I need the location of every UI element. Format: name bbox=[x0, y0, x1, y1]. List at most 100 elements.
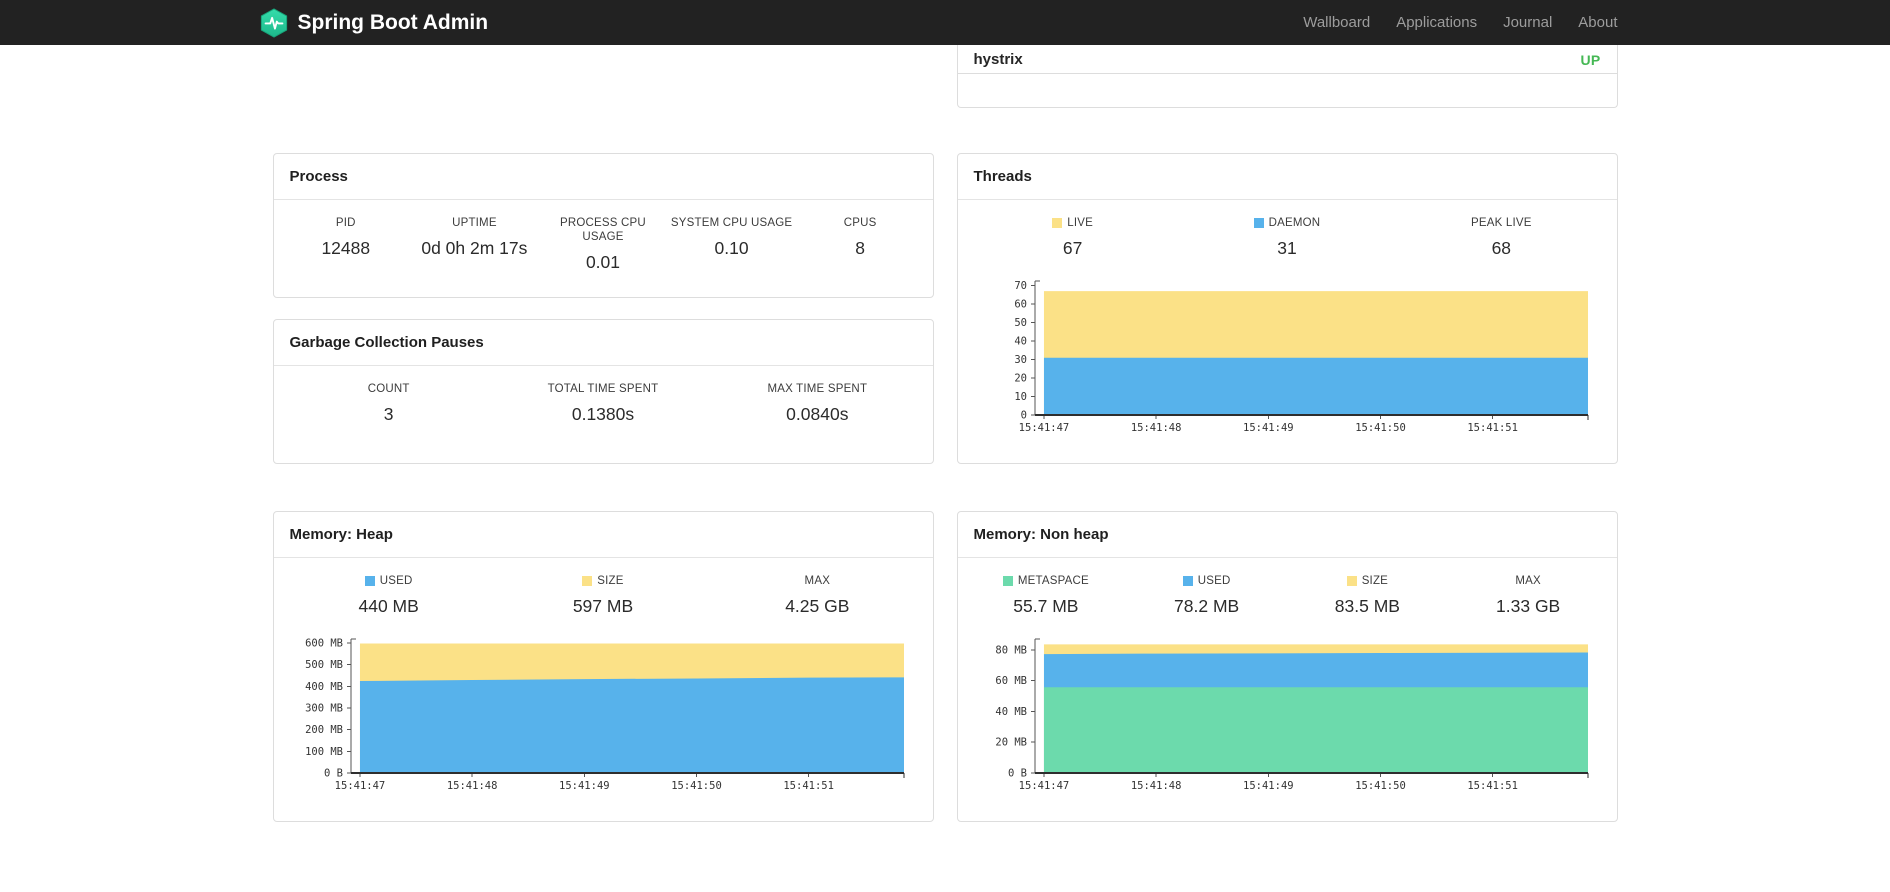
svg-text:15:41:47: 15:41:47 bbox=[1018, 422, 1069, 434]
memory-nonheap-stats: METASPACE 55.7 MB USED 78.2 MB SIZE 83.5… bbox=[958, 558, 1617, 617]
stat-metaspace: METASPACE 55.7 MB bbox=[966, 574, 1127, 617]
nav-item-applications[interactable]: Applications bbox=[1383, 0, 1490, 45]
panel-title: Process bbox=[289, 168, 348, 185]
panel-title: Memory: Non heap bbox=[973, 526, 1109, 543]
svg-text:40: 40 bbox=[1014, 336, 1027, 348]
left-column: Process PID 12488 UPTIME 0d 0h 2m 17s PR… bbox=[272, 45, 934, 822]
svg-text:0 B: 0 B bbox=[1008, 768, 1027, 780]
svg-text:70: 70 bbox=[1014, 280, 1027, 292]
memory-heap-panel-heading: Memory: Heap bbox=[273, 512, 933, 558]
svg-text:15:41:49: 15:41:49 bbox=[1243, 780, 1294, 792]
stat-cpus: CPUS 8 bbox=[843, 217, 877, 258]
stat-count: COUNT 3 bbox=[367, 383, 410, 424]
svg-text:0 B: 0 B bbox=[324, 768, 343, 780]
stat-size: SIZE 597 MB bbox=[572, 575, 634, 616]
gc-stats: COUNT 3 TOTAL TIME SPENT 0.1380s MAX TIM… bbox=[274, 366, 933, 425]
memory-nonheap-chart: 0 B 20 MB 40 MB 60 MB 80 MB 15:41:47 15:41:48 1… bbox=[995, 638, 1588, 792]
legend-swatch-size bbox=[1346, 576, 1357, 586]
legend-swatch-used bbox=[1182, 576, 1193, 586]
panel-title: Memory: Heap bbox=[289, 526, 393, 543]
stat-used: USED 440 MB bbox=[358, 575, 419, 616]
svg-text:500 MB: 500 MB bbox=[305, 659, 343, 671]
right-column: hystrix UP Threads LIVE 67 DAEMON 31 PEA… bbox=[956, 45, 1618, 822]
stat-max: MAX 1.33 GB bbox=[1496, 575, 1561, 616]
stat-size: SIZE 83.5 MB bbox=[1334, 575, 1400, 616]
stat-system-cpu-usage: SYSTEM CPU USAGE 0.10 bbox=[670, 217, 793, 258]
svg-text:15:41:49: 15:41:49 bbox=[559, 780, 610, 792]
svg-text:30: 30 bbox=[1014, 354, 1027, 366]
legend-swatch-daemon bbox=[1253, 218, 1264, 228]
stat-used: USED 78.2 MB bbox=[1174, 575, 1240, 616]
health-row-hystrix[interactable]: hystrix UP bbox=[957, 45, 1617, 74]
brand-title: Spring Boot Admin bbox=[297, 10, 489, 34]
svg-text:100 MB: 100 MB bbox=[305, 746, 343, 758]
legend-swatch-metaspace bbox=[1002, 576, 1013, 586]
gc-panel-heading: Garbage Collection Pauses bbox=[273, 320, 933, 366]
nav-links: Wallboard Applications Journal About bbox=[1290, 0, 1630, 45]
stat-pid: PID 12488 bbox=[321, 217, 371, 258]
memory-heap-chart: 0 B 100 MB 200 MB 300 MB 400 MB 500 MB 600 MB 1… bbox=[305, 637, 904, 792]
svg-text:50: 50 bbox=[1014, 317, 1027, 329]
legend-swatch-live bbox=[1052, 218, 1063, 228]
memory-nonheap-panel-heading: Memory: Non heap bbox=[957, 512, 1617, 558]
svg-text:60 MB: 60 MB bbox=[995, 675, 1027, 687]
svg-text:600 MB: 600 MB bbox=[305, 637, 343, 649]
stat-total-time-spent: TOTAL TIME SPENT 0.1380s bbox=[547, 383, 659, 424]
process-stats: PID 12488 UPTIME 0d 0h 2m 17s PROCESS CP… bbox=[274, 200, 933, 273]
main-content: Process PID 12488 UPTIME 0d 0h 2m 17s PR… bbox=[272, 45, 1618, 822]
svg-text:20: 20 bbox=[1014, 373, 1027, 385]
nav-item-about[interactable]: About bbox=[1565, 0, 1630, 45]
left-column-spacer bbox=[273, 45, 934, 153]
svg-text:15:41:47: 15:41:47 bbox=[334, 780, 385, 792]
svg-text:15:41:49: 15:41:49 bbox=[1243, 422, 1294, 434]
threads-panel-heading: Threads bbox=[957, 154, 1617, 200]
svg-text:20 MB: 20 MB bbox=[995, 737, 1027, 749]
svg-text:15:41:51: 15:41:51 bbox=[783, 780, 834, 792]
stat-peak-live: PEAK LIVE 68 bbox=[1471, 217, 1532, 258]
threads-panel: Threads LIVE 67 DAEMON 31 PEAK LIVE 68 0… bbox=[956, 153, 1618, 464]
process-panel-heading: Process bbox=[273, 154, 933, 200]
svg-text:15:41:50: 15:41:50 bbox=[1355, 422, 1406, 434]
navbar: Spring Boot Admin Wallboard Applications… bbox=[0, 0, 1890, 45]
stat-max-time-spent: MAX TIME SPENT 0.0840s bbox=[767, 383, 868, 424]
nav-item-wallboard[interactable]: Wallboard bbox=[1290, 0, 1383, 45]
health-panel: hystrix UP bbox=[956, 45, 1618, 108]
svg-text:80 MB: 80 MB bbox=[995, 644, 1027, 656]
memory-heap-stats: USED 440 MB SIZE 597 MB MAX 4.25 GB bbox=[274, 558, 933, 617]
svg-text:200 MB: 200 MB bbox=[305, 724, 343, 736]
svg-text:15:41:48: 15:41:48 bbox=[446, 780, 497, 792]
spring-boot-admin-logo-icon bbox=[259, 7, 289, 38]
svg-text:15:41:48: 15:41:48 bbox=[1130, 780, 1181, 792]
memory-heap-panel: Memory: Heap USED 440 MB SIZE 597 MB MAX… bbox=[272, 511, 934, 822]
svg-text:15:41:50: 15:41:50 bbox=[1355, 780, 1406, 792]
memory-nonheap-panel: Memory: Non heap METASPACE 55.7 MB USED bbox=[956, 511, 1618, 822]
app-name: hystrix bbox=[973, 51, 1023, 68]
svg-text:15:41:51: 15:41:51 bbox=[1467, 780, 1518, 792]
process-panel: Process PID 12488 UPTIME 0d 0h 2m 17s PR… bbox=[272, 153, 934, 298]
svg-text:15:41:48: 15:41:48 bbox=[1130, 422, 1181, 434]
svg-text:10: 10 bbox=[1014, 391, 1027, 403]
threads-chart: 0 10 20 30 40 50 60 70 15:41:47 15:41:48 15:41:49 1… bbox=[1014, 280, 1588, 434]
stat-uptime: UPTIME 0d 0h 2m 17s bbox=[421, 217, 528, 258]
nav-item-journal[interactable]: Journal bbox=[1490, 0, 1565, 45]
svg-text:300 MB: 300 MB bbox=[305, 702, 343, 714]
legend-swatch-size bbox=[582, 576, 593, 586]
svg-text:60: 60 bbox=[1014, 299, 1027, 311]
svg-text:40 MB: 40 MB bbox=[995, 706, 1027, 718]
threads-stats: LIVE 67 DAEMON 31 PEAK LIVE 68 bbox=[958, 200, 1617, 259]
stat-process-cpu-usage: PROCESS CPU USAGE 0.01 bbox=[560, 217, 646, 272]
svg-text:15:41:50: 15:41:50 bbox=[671, 780, 722, 792]
gc-panel: Garbage Collection Pauses COUNT 3 TOTAL … bbox=[272, 319, 934, 464]
legend-swatch-used bbox=[364, 576, 375, 586]
stat-max: MAX 4.25 GB bbox=[785, 575, 850, 616]
panel-title: Threads bbox=[973, 168, 1032, 185]
brand-link[interactable]: Spring Boot Admin bbox=[259, 7, 489, 38]
panel-title: Garbage Collection Pauses bbox=[289, 334, 484, 351]
svg-text:0: 0 bbox=[1020, 410, 1026, 422]
svg-text:15:41:47: 15:41:47 bbox=[1018, 780, 1069, 792]
svg-text:15:41:51: 15:41:51 bbox=[1467, 422, 1518, 434]
stat-daemon: DAEMON 31 bbox=[1180, 216, 1394, 259]
stat-live: LIVE 67 bbox=[966, 216, 1180, 259]
status-badge: UP bbox=[1580, 51, 1601, 68]
svg-text:400 MB: 400 MB bbox=[305, 681, 343, 693]
